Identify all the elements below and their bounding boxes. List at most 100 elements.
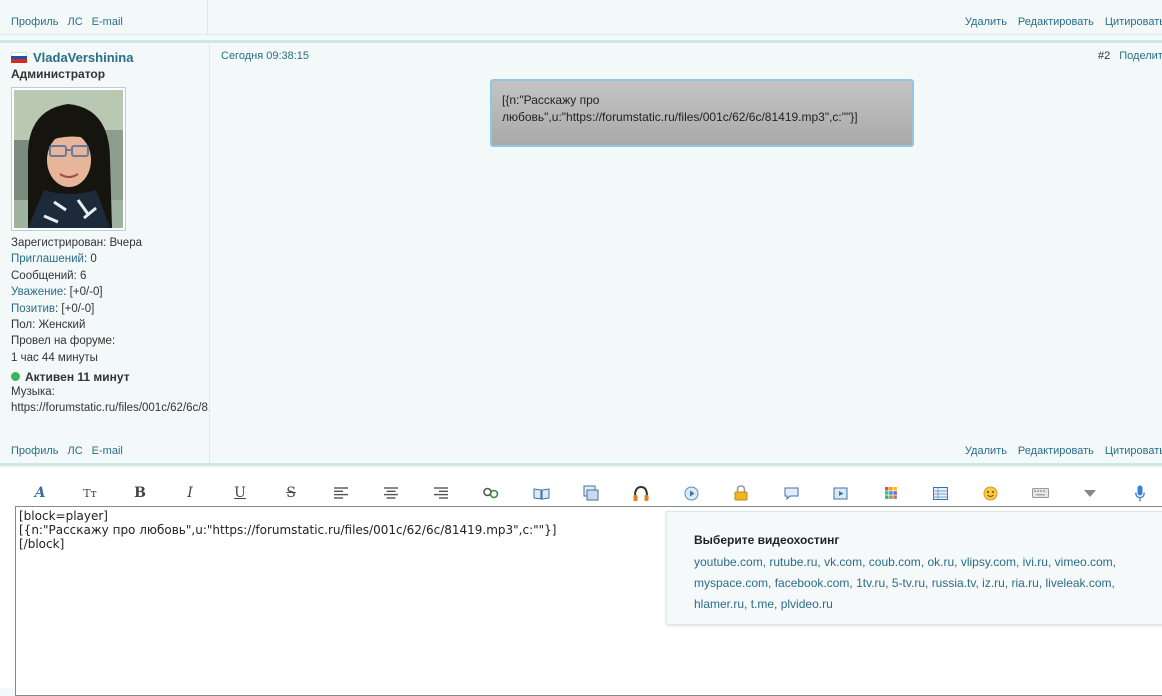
- edit-link[interactable]: Редактировать: [1018, 445, 1094, 457]
- play-icon[interactable]: [679, 482, 703, 504]
- video-host-link[interactable]: 1tv.ru: [856, 576, 885, 590]
- profile-link[interactable]: Профиль: [11, 445, 59, 457]
- invites-link[interactable]: Приглашений: [11, 253, 84, 265]
- font-icon[interactable]: A: [28, 482, 52, 504]
- video-host-link[interactable]: vlipsy.com: [961, 555, 1016, 569]
- quote-link[interactable]: Цитировать: [1105, 445, 1162, 457]
- video-hosting-popup: Выберите видеохостинг youtube.com, rutub…: [666, 511, 1162, 625]
- active-status-text: Активен 11 минут: [25, 370, 130, 384]
- respect-link[interactable]: Уважение: [11, 286, 63, 298]
- video-host-link[interactable]: hlamer.ru: [694, 597, 744, 611]
- positive-value: : [+0/-0]: [55, 302, 95, 315]
- image-icon[interactable]: [579, 482, 603, 504]
- share-link[interactable]: Поделиться: [1119, 50, 1162, 62]
- video-host-link[interactable]: myspace.com: [694, 576, 768, 590]
- post-number-area: #2 Поделиться: [1098, 50, 1162, 62]
- music-label: Музыка:: [11, 386, 55, 398]
- time-on-forum-label: Провел на форуме:: [11, 335, 116, 348]
- divider: [0, 34, 1162, 35]
- video-host-link[interactable]: liveleak.com: [1046, 576, 1112, 590]
- author-info: Зарегистрирован: Вчера Приглашений: 0 Со…: [11, 235, 209, 366]
- messages-label: Сообщений:: [11, 269, 77, 282]
- positive-link[interactable]: Позитив: [11, 303, 55, 315]
- video-host-link[interactable]: ivi.ru: [1023, 555, 1048, 569]
- popup-title: Выберите видеохостинг: [694, 533, 840, 547]
- video-host-link[interactable]: t.me: [751, 597, 774, 611]
- microphone-icon[interactable]: [1128, 482, 1152, 504]
- delete-link[interactable]: Удалить: [965, 16, 1007, 28]
- video-host-link[interactable]: coub.com: [869, 555, 921, 569]
- player-text-line-1: [{n:"Расскажу про: [502, 93, 600, 107]
- align-center-icon[interactable]: [379, 482, 403, 504]
- post-author: VladaVershinina: [11, 50, 133, 65]
- link-icon[interactable]: [479, 482, 503, 504]
- player-text-line-2: любовь",u:"https://forumstatic.ru/files/…: [502, 110, 858, 124]
- russia-flag-icon: [11, 52, 27, 63]
- author-music: Музыка: https://forumstatic.ru/files/001…: [11, 384, 209, 416]
- post-date[interactable]: Сегодня 09:38:15: [221, 50, 309, 62]
- previous-post: Профиль ЛС E-mail Удалить Редактировать Цити…: [0, 0, 1162, 40]
- active-status: Активен 11 минут: [11, 370, 130, 384]
- messages-value: 6: [80, 269, 87, 282]
- email-link[interactable]: E-mail: [92, 445, 123, 457]
- post-author-column: VladaVershinina Администратор Зарегистри…: [0, 43, 210, 463]
- author-name[interactable]: VladaVershinina: [33, 50, 133, 65]
- video-host-link[interactable]: facebook.com: [775, 576, 850, 590]
- video-host-link[interactable]: 5-tv.ru: [892, 576, 925, 590]
- dropdown-arrow-icon[interactable]: [1078, 482, 1102, 504]
- registered-label: Зарегистрирован:: [11, 237, 107, 249]
- gender-label: Пол:: [11, 319, 36, 332]
- post-separator: [0, 463, 1162, 466]
- video-host-link[interactable]: ok.ru: [927, 555, 954, 569]
- font-size-icon[interactable]: Tт: [78, 482, 102, 504]
- speech-bubble-icon[interactable]: [779, 482, 803, 504]
- time-on-forum-value: 1 час 44 минуты: [11, 351, 98, 364]
- pm-link[interactable]: ЛС: [68, 445, 83, 457]
- video-host-link[interactable]: vk.com: [824, 555, 862, 569]
- book-icon[interactable]: [529, 482, 553, 504]
- pm-link[interactable]: ЛС: [68, 16, 83, 28]
- video-icon[interactable]: [829, 482, 853, 504]
- lock-icon[interactable]: [729, 482, 753, 504]
- quote-link[interactable]: Цитировать: [1105, 16, 1162, 28]
- bold-icon[interactable]: B: [128, 482, 152, 504]
- video-host-link[interactable]: iz.ru: [982, 576, 1005, 590]
- profile-link[interactable]: Профиль: [11, 16, 59, 28]
- avatar-image: [14, 90, 123, 228]
- respect-value: : [+0/-0]: [63, 286, 103, 299]
- keyboard-icon[interactable]: [1028, 482, 1052, 504]
- delete-link[interactable]: Удалить: [965, 445, 1007, 457]
- video-host-link[interactable]: plvideo.ru: [781, 597, 833, 611]
- video-host-link[interactable]: ria.ru: [1012, 576, 1039, 590]
- underline-icon[interactable]: U: [228, 482, 252, 504]
- align-left-icon[interactable]: [329, 482, 353, 504]
- align-right-icon[interactable]: [429, 482, 453, 504]
- video-host-link[interactable]: vimeo.com: [1055, 555, 1113, 569]
- online-indicator-icon: [11, 372, 20, 381]
- color-palette-icon[interactable]: [879, 482, 903, 504]
- video-host-list: youtube.com, rutube.ru, vk.com, coub.com…: [694, 555, 1117, 611]
- strikethrough-icon[interactable]: S: [279, 482, 303, 504]
- email-link[interactable]: E-mail: [92, 16, 123, 28]
- post-number: #2: [1098, 50, 1111, 62]
- gender-value: Женский: [38, 319, 86, 332]
- audio-player-block[interactable]: [{n:"Расскажу про любовь",u:"https://for…: [490, 79, 914, 147]
- table-icon[interactable]: [928, 482, 952, 504]
- post-profile-links: Профиль ЛС E-mail: [11, 445, 132, 457]
- invites-value: : 0: [83, 253, 97, 266]
- music-value: https://forumstatic.ru/files/001c/62/6c/…: [11, 402, 209, 414]
- previous-post-actions: Удалить Редактировать Цитировать: [954, 16, 1162, 28]
- forum-post: VladaVershinina Администратор Зарегистри…: [0, 43, 1162, 463]
- author-role: Администратор: [11, 67, 106, 81]
- video-host-link[interactable]: youtube.com: [694, 555, 763, 569]
- smiley-icon[interactable]: [978, 482, 1002, 504]
- editor-toolbar: A Tт B I U S: [0, 476, 1162, 510]
- italic-icon[interactable]: I: [178, 482, 202, 504]
- avatar[interactable]: [11, 87, 126, 231]
- video-host-link[interactable]: rutube.ru: [769, 555, 817, 569]
- edit-link[interactable]: Редактировать: [1018, 16, 1094, 28]
- video-host-link[interactable]: russia.tv: [932, 576, 976, 590]
- previous-post-profile-links: Профиль ЛС E-mail: [11, 16, 132, 28]
- headphones-icon[interactable]: [629, 482, 653, 504]
- post-actions: Удалить Редактировать Цитировать: [954, 445, 1162, 457]
